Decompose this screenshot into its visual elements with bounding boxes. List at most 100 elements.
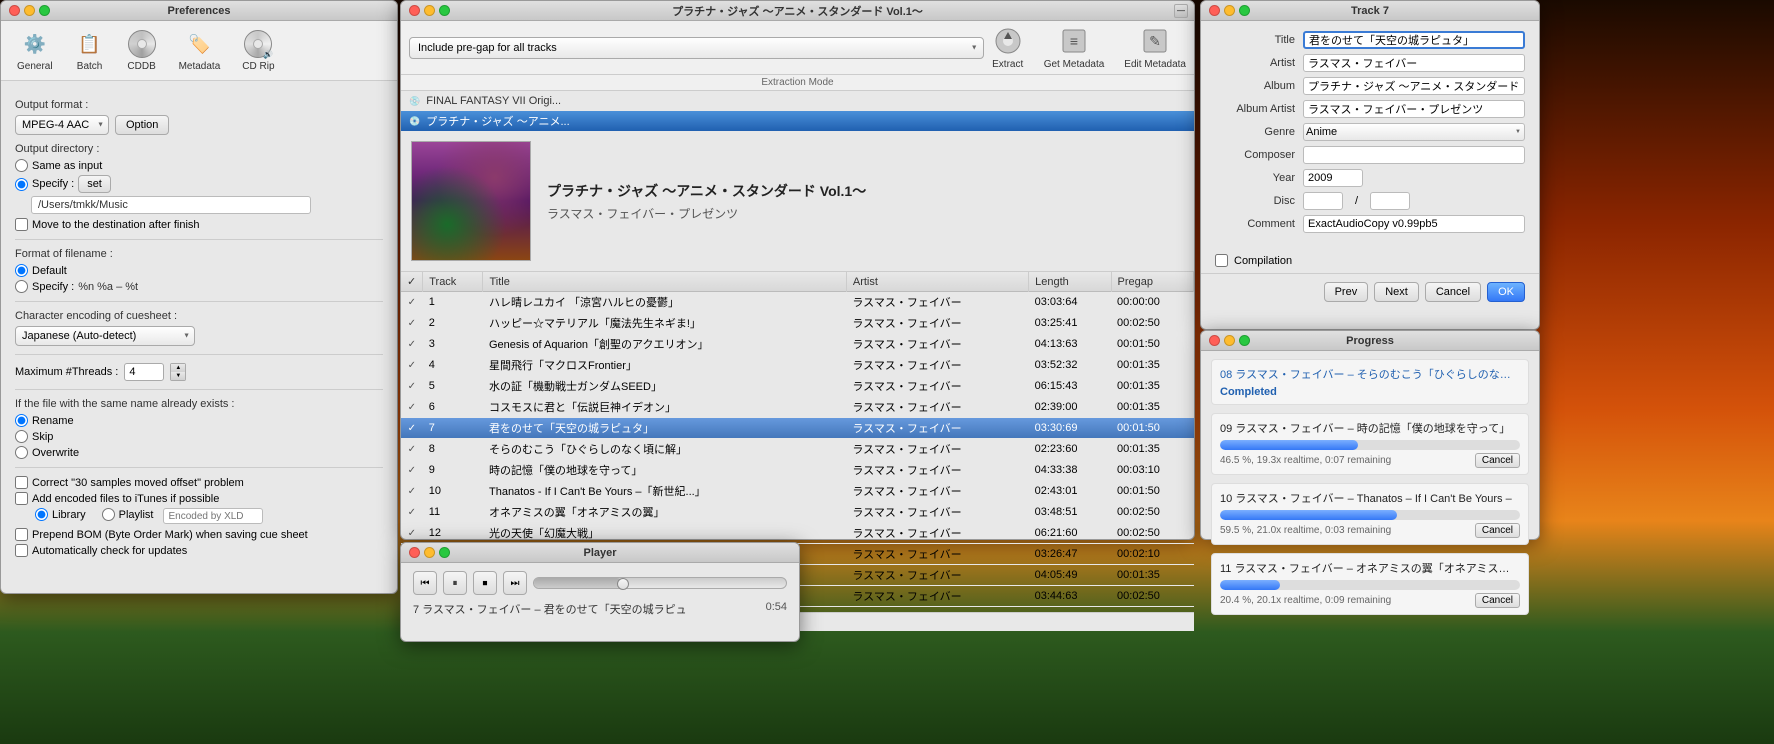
threads-stepper[interactable]: ▲ ▼ [170,363,186,381]
toolbar-metadata[interactable]: 🏷️ Metadata [173,27,227,74]
track-pregap: 00:02:50 [1111,586,1193,607]
max-threads-input[interactable] [124,363,164,381]
maximize-button[interactable] [39,5,50,16]
auto-update-checkbox[interactable] [15,544,28,557]
output-format-select[interactable]: MPEG-4 AAC [15,115,109,135]
get-metadata-action[interactable]: ≡ Get Metadata [1044,25,1105,70]
player-handle[interactable] [617,578,629,590]
default-filename-radio[interactable] [15,264,28,277]
table-row[interactable]: ✓ 5 水の証「機動戦士ガンダムSEED」 ラスマス・フェイバー 06:15:4… [401,376,1194,397]
comment-input[interactable] [1303,215,1525,233]
player-forward-btn[interactable]: ⏭ [503,571,527,595]
track-pregap: 00:01:35 [1111,376,1193,397]
toolbar-cdrip[interactable]: 🔊 CD Rip [236,27,280,74]
table-row[interactable]: ✓ 2 ハッピー☆マテリアル「魔法先生ネギま!」 ラスマス・フェイバー 03:2… [401,313,1194,334]
album-input[interactable] [1303,77,1525,95]
track-title: Thanatos - If I Can't Be Yours –「新世紀...」 [483,481,846,502]
main-maximize-button[interactable] [439,5,450,16]
file-exists-label: If the file with the same name already e… [15,398,383,410]
album-artist-input[interactable] [1303,100,1525,118]
close-button[interactable] [9,5,20,16]
same-as-input-radio[interactable] [15,159,28,172]
track-max-btn[interactable] [1239,5,1250,16]
prev-button[interactable]: Prev [1324,282,1369,302]
threads-up[interactable]: ▲ [171,364,185,372]
minimize-button[interactable] [24,5,35,16]
track-title: 時の記憶「僕の地球を守って」 [483,460,846,481]
playlist-input[interactable] [163,508,263,524]
track-title: そらのむこう「ひぐらしのなく頃に解」 [483,439,846,460]
add-itunes-checkbox[interactable] [15,492,28,505]
cancel-item-btn[interactable]: Cancel [1475,453,1520,468]
library-item: Library [35,508,86,521]
extraction-mode-select[interactable]: Include pre-gap for all tracks [409,37,984,59]
char-encoding-select[interactable]: Japanese (Auto-detect) [15,326,195,346]
collapse-button[interactable]: — [1174,4,1188,18]
table-row[interactable]: ✓ 1 ハレ晴レユカイ 「涼宮ハルヒの憂鬱」 ラスマス・フェイバー 03:03:… [401,292,1194,313]
main-close-button[interactable] [409,5,420,16]
year-input[interactable] [1303,169,1363,187]
table-row[interactable]: ✓ 9 時の記憶「僕の地球を守って」 ラスマス・フェイバー 04:33:38 0… [401,460,1194,481]
track-close-btn[interactable] [1209,5,1220,16]
move-checkbox[interactable] [15,218,28,231]
genre-select[interactable]: Anime [1303,123,1525,141]
skip-radio[interactable] [15,430,28,443]
progress-close-btn[interactable] [1209,335,1220,346]
album-list-item-1[interactable]: 💿 プラチナ・ジャズ ～アニメ... [401,111,1194,131]
cancel-item-btn[interactable]: Cancel [1475,593,1520,608]
main-minimize-button[interactable] [424,5,435,16]
cancel-button[interactable]: Cancel [1425,282,1481,302]
library-radio[interactable] [35,508,48,521]
disc-total-input[interactable] [1370,192,1410,210]
track-artist: ラスマス・フェイバー [846,355,1028,376]
default-filename-label: Default [32,265,67,277]
specify-dir-radio[interactable] [15,178,28,191]
disc-input[interactable] [1303,192,1343,210]
set-button[interactable]: set [78,175,111,193]
toolbar-general[interactable]: ⚙️ General [11,27,59,74]
rename-radio[interactable] [15,414,28,427]
player-progress-bar[interactable] [533,577,787,589]
progress-min-btn[interactable] [1224,335,1235,346]
playlist-radio[interactable] [102,508,115,521]
artist-input[interactable] [1303,54,1525,72]
toolbar-cddb[interactable]: CDDB [121,27,163,74]
player-stop-btn[interactable]: ⏹ [473,571,497,595]
player-rewind-btn[interactable]: ⏮ [413,571,437,595]
player-min-btn[interactable] [424,547,435,558]
table-row[interactable]: ✓ 7 君をのせて「天空の城ラピュタ」 ラスマス・フェイバー 03:30:69 … [401,418,1194,439]
char-encoding-label: Character encoding of cuesheet : [15,310,383,322]
option-button[interactable]: Option [115,115,169,135]
album-artist-field-label: Album Artist [1215,103,1295,115]
specify-dir-label: Specify : [32,178,74,190]
progress-max-btn[interactable] [1239,335,1250,346]
correct-offset-checkbox[interactable] [15,476,28,489]
cancel-item-btn[interactable]: Cancel [1475,523,1520,538]
prepend-bom-checkbox[interactable] [15,528,28,541]
edit-metadata-action[interactable]: ✎ Edit Metadata [1124,25,1186,70]
title-input[interactable] [1303,31,1525,49]
extract-action[interactable]: Extract [992,25,1024,70]
track-length: 02:23:60 [1029,439,1111,460]
table-row[interactable]: ✓ 3 Genesis of Aquarion「創聖のアクエリオン」 ラスマス・… [401,334,1194,355]
table-row[interactable]: ✓ 8 そらのむこう「ひぐらしのなく頃に解」 ラスマス・フェイバー 02:23:… [401,439,1194,460]
threads-down[interactable]: ▼ [171,372,185,380]
toolbar-batch[interactable]: 📋 Batch [69,27,111,74]
ok-button[interactable]: OK [1487,282,1525,302]
table-row[interactable]: ✓ 10 Thanatos - If I Can't Be Yours –「新世… [401,481,1194,502]
table-row[interactable]: ✓ 12 光の天使「幻魔大戦」 ラスマス・フェイバー 06:21:60 00:0… [401,523,1194,544]
player-max-btn[interactable] [439,547,450,558]
compilation-checkbox[interactable] [1215,254,1228,267]
table-row[interactable]: ✓ 11 オネアミスの翼「オネアミスの翼」 ラスマス・フェイバー 03:48:5… [401,502,1194,523]
composer-input[interactable] [1303,146,1525,164]
overwrite-radio[interactable] [15,446,28,459]
player-close-btn[interactable] [409,547,420,558]
table-row[interactable]: ✓ 6 コスモスに君と「伝説巨神イデオン」 ラスマス・フェイバー 02:39:0… [401,397,1194,418]
track-min-btn[interactable] [1224,5,1235,16]
specify-filename-radio[interactable] [15,280,28,293]
player-pause-btn[interactable]: ⏸ [443,571,467,595]
table-row[interactable]: ✓ 4 星間飛行「マクロスFrontier」 ラスマス・フェイバー 03:52:… [401,355,1194,376]
track-num: 2 [423,313,483,334]
album-list-item-0[interactable]: 💿 FINAL FANTASY VII Origi... [401,91,1194,111]
next-button[interactable]: Next [1374,282,1419,302]
